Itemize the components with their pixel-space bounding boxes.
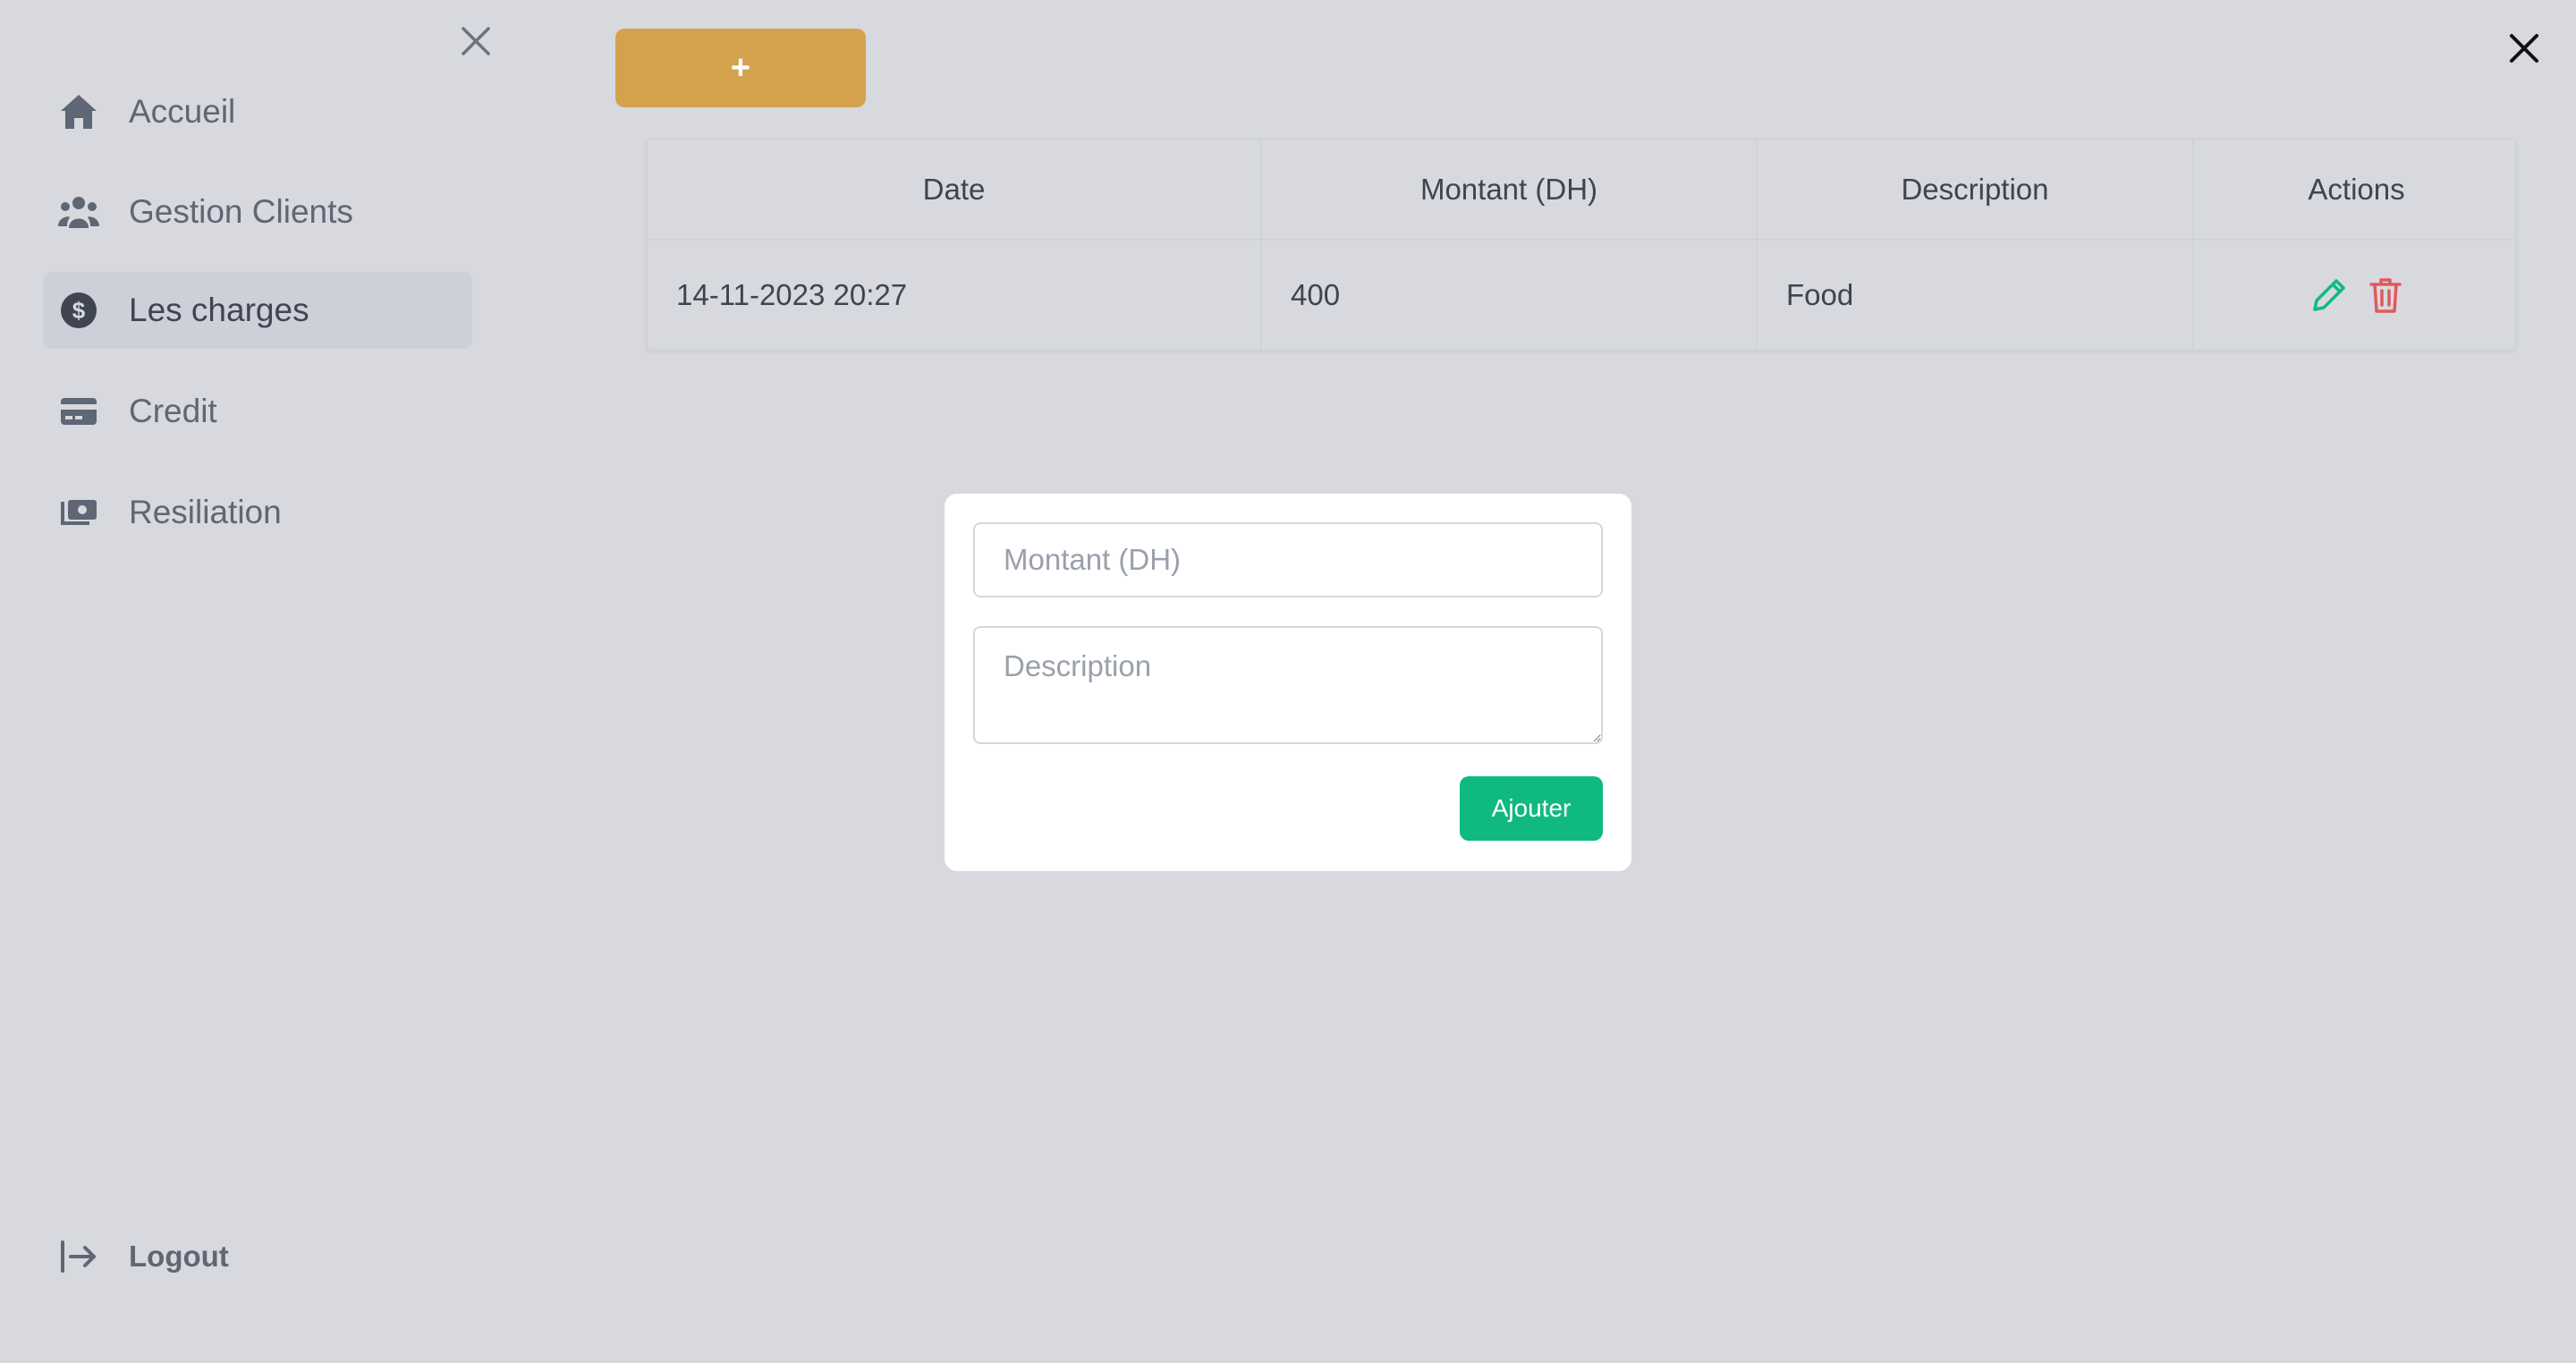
sidebar-item-credit[interactable]: Credit [43, 373, 472, 450]
app-page: Accueil Gestion Clients $ Les charges Cr… [0, 0, 2576, 1363]
home-icon [43, 93, 114, 131]
cell-description: Food [1757, 240, 2194, 349]
close-icon [462, 27, 490, 55]
sidebar-close-button[interactable] [454, 20, 497, 63]
table-row: 14-11-2023 20:27 400 Food [648, 240, 2515, 349]
sidebar-item-label: Credit [129, 393, 217, 429]
add-charge-modal: Ajouter [945, 494, 1631, 871]
add-charge-button[interactable]: + [615, 29, 866, 107]
money-bill-icon [43, 496, 114, 529]
column-header-montant: Montant (DH) [1261, 140, 1758, 241]
cell-date: 14-11-2023 20:27 [648, 240, 1262, 349]
cell-actions [2193, 240, 2515, 349]
svg-text:$: $ [72, 297, 86, 324]
close-icon [2510, 34, 2538, 63]
main-close-button[interactable] [2501, 25, 2547, 72]
users-icon [43, 194, 114, 230]
logout-icon [43, 1240, 114, 1273]
delete-button[interactable] [2368, 275, 2403, 315]
cell-montant: 400 [1261, 240, 1758, 349]
column-header-description: Description [1757, 140, 2194, 241]
sidebar-item-resiliation[interactable]: Resiliation [43, 474, 472, 551]
credit-card-icon [43, 396, 114, 427]
sidebar-item-gestion-clients[interactable]: Gestion Clients [43, 174, 472, 250]
ajouter-button[interactable]: Ajouter [1460, 776, 1603, 841]
column-header-actions: Actions [2193, 140, 2515, 241]
pencil-icon [2313, 278, 2345, 311]
sidebar-item-accueil[interactable]: Accueil [43, 73, 472, 150]
sidebar: Accueil Gestion Clients $ Les charges Cr… [0, 0, 501, 1363]
sidebar-item-les-charges[interactable]: $ Les charges [43, 272, 472, 349]
table-header-row: Date Montant (DH) Description Actions [648, 140, 2515, 241]
sidebar-item-label: Accueil [129, 93, 236, 130]
edit-button[interactable] [2309, 275, 2349, 315]
sidebar-item-label: Les charges [129, 292, 309, 328]
dollar-circle-icon: $ [43, 292, 114, 329]
sidebar-item-label: Resiliation [129, 494, 282, 530]
column-header-date: Date [648, 140, 1262, 241]
logout-label: Logout [129, 1240, 229, 1273]
montant-input[interactable] [973, 522, 1603, 597]
charges-table: Date Montant (DH) Description Actions 14… [646, 138, 2517, 351]
logout-button[interactable]: Logout [43, 1225, 229, 1288]
trash-icon [2369, 277, 2402, 313]
description-textarea[interactable] [973, 626, 1603, 744]
sidebar-item-label: Gestion Clients [129, 193, 353, 230]
